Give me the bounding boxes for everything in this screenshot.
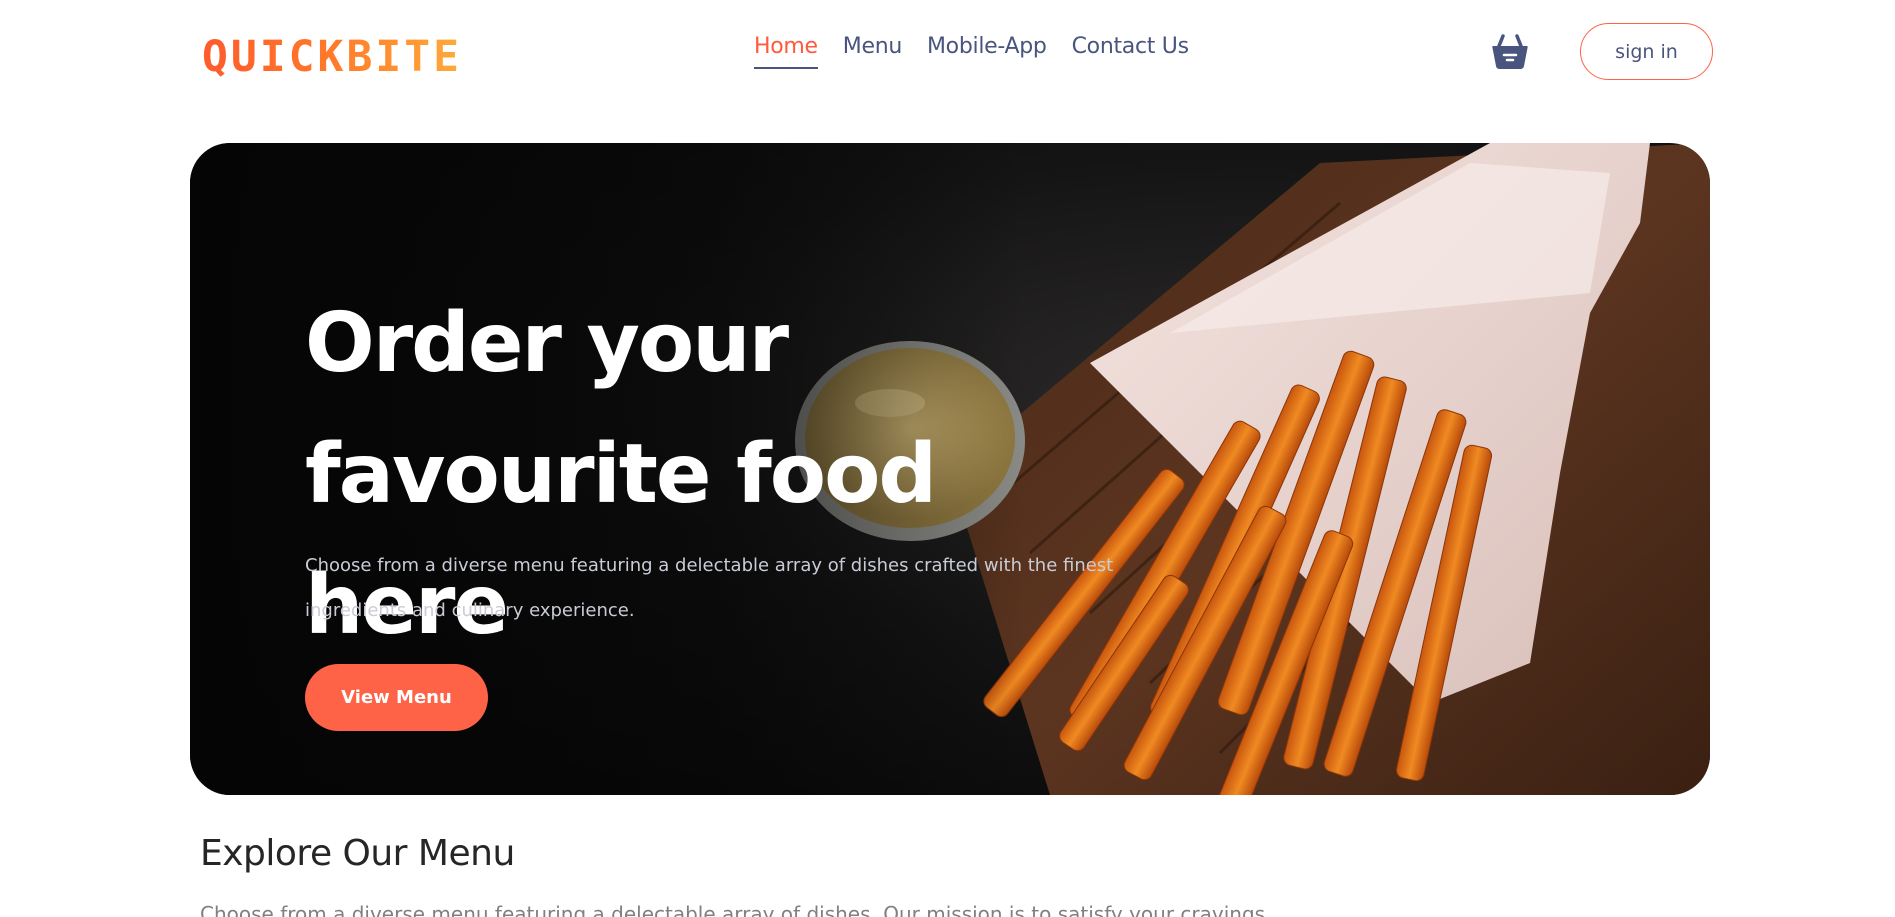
nav-links: Home Menu Mobile-App Contact Us [754,34,1189,69]
hero-banner: Order your favourite food here Choose fr… [190,143,1710,795]
explore-menu-description: Choose from a diverse menu featuring a d… [200,902,1266,917]
navbar: QUICKBITE Home Menu Mobile-App Contact U… [0,0,1895,110]
nav-link-contact-us[interactable]: Contact Us [1072,34,1189,67]
view-menu-button[interactable]: View Menu [305,664,488,731]
basket-icon[interactable] [1490,32,1530,72]
nav-link-menu[interactable]: Menu [843,34,903,67]
quickbite-logo[interactable]: QUICKBITE [202,32,462,82]
nav-link-mobile-app[interactable]: Mobile-App [927,34,1047,67]
explore-menu-heading: Explore Our Menu [200,833,515,874]
nav-link-home[interactable]: Home [754,34,818,69]
hero-description: Choose from a diverse menu featuring a d… [305,555,1114,621]
sign-in-button[interactable]: sign in [1580,23,1713,80]
hero-title-line-1: Order your [305,296,789,391]
